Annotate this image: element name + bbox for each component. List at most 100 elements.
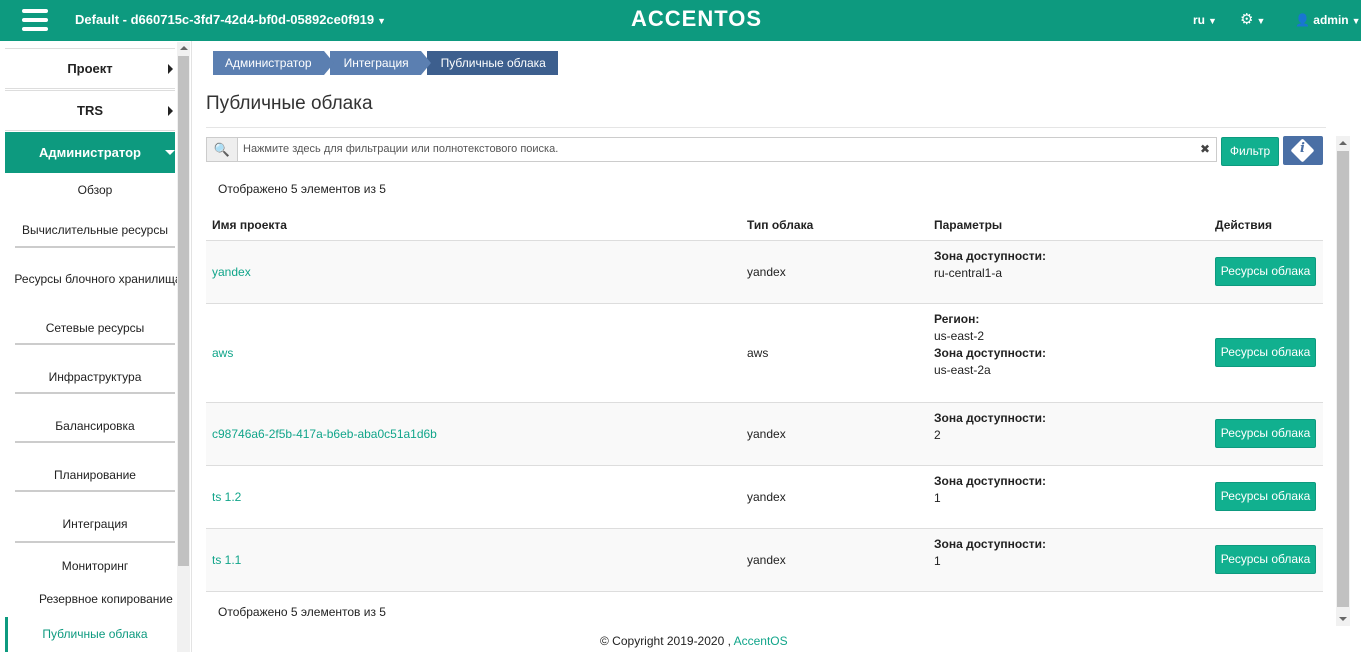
search-icon[interactable]: 🔍 bbox=[207, 138, 238, 161]
project-link[interactable]: aws bbox=[212, 346, 233, 360]
cloud-resources-button[interactable]: Ресурсы облака bbox=[1215, 545, 1316, 574]
info-glyph: i bbox=[1300, 141, 1305, 156]
sidebar-subitem-label: Ресурсы блочного хранилища bbox=[14, 272, 182, 286]
column-header-project: Имя проекта bbox=[212, 218, 287, 232]
project-link[interactable]: ts 1.2 bbox=[212, 490, 241, 504]
param-key: Зона доступности: bbox=[934, 346, 1047, 360]
user-icon: 👤 bbox=[1295, 13, 1310, 27]
cloud-type: yandex bbox=[747, 490, 786, 504]
sidebar-subitem-block-storage[interactable]: Ресурсы блочного хранилища bbox=[5, 272, 191, 302]
param-value: 1 bbox=[934, 491, 941, 505]
sidebar-subitem-backup[interactable]: Резервное копирование bbox=[5, 592, 191, 612]
cloud-resources-button[interactable]: Ресурсы облака bbox=[1215, 257, 1316, 286]
sidebar-subitem-monitoring[interactable]: Мониторинг bbox=[15, 559, 175, 579]
hamburger-menu-icon[interactable] bbox=[22, 9, 48, 31]
params: Зона доступности: 1 bbox=[934, 536, 1046, 570]
language-label: ru bbox=[1193, 13, 1205, 27]
footer-link[interactable]: AccentOS bbox=[734, 634, 788, 648]
param-key: Регион: bbox=[934, 312, 980, 326]
sidebar-subitem-planning[interactable]: Планирование bbox=[15, 468, 175, 498]
cloud-resources-button[interactable]: Ресурсы облака bbox=[1215, 419, 1316, 448]
copyright-text: © Copyright 2019-2020 , bbox=[600, 634, 731, 648]
sidebar-subitem-balancing[interactable]: Балансировка bbox=[15, 419, 175, 449]
filter-button[interactable]: Фильтр bbox=[1221, 137, 1279, 166]
settings-menu[interactable]: ⚙ ▼ bbox=[1240, 10, 1265, 28]
scrollbar-thumb[interactable] bbox=[178, 56, 189, 566]
caret-down-icon: ▼ bbox=[1351, 16, 1361, 26]
params: Зона доступности: ru-central1-a bbox=[934, 248, 1046, 282]
sidebar-subitem-label: Вычислительные ресурсы bbox=[22, 223, 168, 237]
table-row: ts 1.2 yandex Зона доступности: 1 Ресурс… bbox=[206, 466, 1323, 529]
sidebar-item-label: Администратор bbox=[39, 145, 141, 160]
sidebar-subitem-compute[interactable]: Вычислительные ресурсы bbox=[15, 223, 175, 253]
sidebar-scrollbar[interactable] bbox=[177, 42, 190, 652]
scrollbar-thumb[interactable] bbox=[1337, 151, 1349, 607]
page-title: Публичные облака bbox=[206, 93, 373, 114]
breadcrumb-admin[interactable]: Администратор bbox=[213, 51, 334, 75]
cloud-type: yandex bbox=[747, 427, 786, 441]
sidebar-item-label: TRS bbox=[77, 103, 103, 118]
divider bbox=[15, 246, 175, 248]
active-indicator bbox=[5, 617, 8, 652]
column-header-actions: Действия bbox=[1215, 218, 1273, 232]
breadcrumb: Администратор Интеграция Публичные облак… bbox=[213, 51, 564, 75]
cloud-resources-button[interactable]: Ресурсы облака bbox=[1215, 338, 1316, 367]
sidebar-subitem-public-clouds[interactable]: Публичные облака bbox=[15, 627, 175, 647]
sidebar-subitem-overview[interactable]: Обзор bbox=[15, 183, 175, 203]
sidebar-subitem-label: Сетевые ресурсы bbox=[45, 321, 145, 335]
sidebar-subitem-integration[interactable]: Интеграция bbox=[15, 517, 175, 547]
caret-down-icon: ▼ bbox=[1256, 16, 1266, 26]
project-link[interactable]: c98746a6-2f5b-417a-b6eb-aba0c51a1d6b bbox=[212, 427, 437, 441]
sidebar-subitem-network[interactable]: Сетевые ресурсы bbox=[15, 321, 175, 351]
sidebar-subitem-label: Публичные облака bbox=[42, 627, 148, 641]
param-key: Зона доступности: bbox=[934, 474, 1047, 488]
table-row: aws aws Регион: us-east-2 Зона доступнос… bbox=[206, 304, 1323, 403]
table-row: ts 1.1 yandex Зона доступности: 1 Ресурс… bbox=[206, 529, 1323, 592]
project-link[interactable]: ts 1.1 bbox=[212, 553, 241, 567]
search-input[interactable] bbox=[243, 141, 1193, 157]
sidebar-subitem-label: Планирование bbox=[54, 468, 136, 482]
sidebar: Проект TRS Администратор Обзор Вычислите… bbox=[0, 41, 192, 652]
footer: © Copyright 2019-2020 , AccentOS bbox=[600, 634, 788, 648]
breadcrumb-integration[interactable]: Интеграция bbox=[329, 51, 431, 75]
divider bbox=[15, 343, 175, 345]
sidebar-subitem-label: Обзор bbox=[77, 183, 113, 197]
param-value: us-east-2a bbox=[934, 363, 991, 377]
sidebar-item-project[interactable]: Проект bbox=[5, 48, 175, 89]
sidebar-subitem-infrastructure[interactable]: Инфраструктура bbox=[15, 370, 175, 400]
sidebar-subitem-label: Интеграция bbox=[62, 517, 128, 531]
param-value: 2 bbox=[934, 428, 941, 442]
params: Зона доступности: 2 bbox=[934, 410, 1046, 444]
search-bar: 🔍 ✖ bbox=[206, 137, 1217, 162]
content-scrollbar[interactable] bbox=[1336, 136, 1350, 626]
user-menu[interactable]: 👤 admin ▼ bbox=[1295, 13, 1361, 27]
top-navbar: Default - d660715c-3fd7-42d4-bf0d-05892c… bbox=[0, 0, 1361, 41]
cloud-type: yandex bbox=[747, 553, 786, 567]
sidebar-item-trs[interactable]: TRS bbox=[5, 90, 175, 131]
language-selector[interactable]: ru ▼ bbox=[1193, 13, 1217, 27]
params: Регион: us-east-2 Зона доступности: us-e… bbox=[934, 311, 1046, 379]
project-selector[interactable]: Default - d660715c-3fd7-42d4-bf0d-05892c… bbox=[75, 12, 386, 27]
param-value: 1 bbox=[934, 554, 941, 568]
divider bbox=[206, 127, 1326, 128]
column-header-params: Параметры bbox=[934, 218, 1003, 232]
divider bbox=[15, 392, 175, 394]
param-value: us-east-2 bbox=[934, 329, 985, 343]
scroll-up-icon[interactable] bbox=[180, 46, 188, 50]
clear-icon[interactable]: ✖ bbox=[1200, 142, 1210, 156]
scroll-up-icon[interactable] bbox=[1339, 141, 1347, 145]
sidebar-subitem-label: Инфраструктура bbox=[48, 370, 142, 384]
project-link[interactable]: yandex bbox=[212, 265, 251, 279]
info-button[interactable]: i bbox=[1283, 136, 1323, 165]
sidebar-subitem-label: Резервное копирование bbox=[39, 592, 173, 606]
scroll-down-icon[interactable] bbox=[1339, 617, 1347, 621]
param-key: Зона доступности: bbox=[934, 249, 1047, 263]
user-name: admin bbox=[1313, 13, 1349, 27]
sidebar-item-admin[interactable]: Администратор bbox=[5, 132, 175, 173]
cloud-resources-button[interactable]: Ресурсы облака bbox=[1215, 482, 1316, 511]
params: Зона доступности: 1 bbox=[934, 473, 1046, 507]
sidebar-subitem-label: Мониторинг bbox=[61, 559, 129, 573]
param-value: ru-central1-a bbox=[934, 266, 1003, 280]
divider bbox=[15, 541, 175, 543]
param-key: Зона доступности: bbox=[934, 537, 1047, 551]
